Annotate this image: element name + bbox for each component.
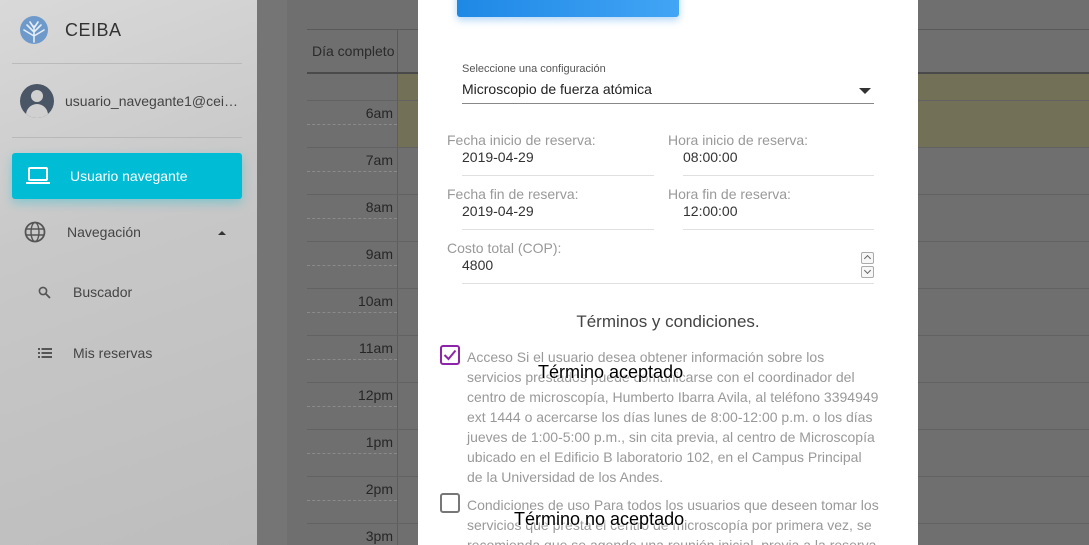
half-hour-line <box>307 406 397 407</box>
half-hour-line <box>307 312 397 313</box>
divider <box>683 229 874 230</box>
nav-item-usuario-navegante[interactable]: Usuario navegante <box>12 153 242 199</box>
term-1-status-label: Término aceptado <box>538 362 684 382</box>
list-icon <box>38 348 52 358</box>
divider <box>12 137 242 138</box>
hour-label: 1pm <box>365 434 393 450</box>
fecha-fin-field[interactable]: 2019-04-29 <box>462 203 534 219</box>
divider <box>683 175 874 176</box>
hour-label: 11am <box>359 340 393 356</box>
half-hour-line <box>307 359 397 360</box>
divider <box>397 74 398 545</box>
config-select[interactable]: Microscopio de fuerza atómica <box>462 81 652 97</box>
term-2-checkbox[interactable] <box>440 493 460 513</box>
reservation-modal: Seleccione una configuración Microscopio… <box>418 0 918 545</box>
sidebar: CEIBA usuario_navegante1@ceiba.com Usuar… <box>0 0 257 545</box>
hour-label: 9am <box>365 246 393 262</box>
terms-title: Términos y condiciones. <box>576 312 760 331</box>
user-name: usuario_navegante1@ceiba.com <box>65 93 245 109</box>
half-hour-line <box>307 453 397 454</box>
decrement-icon[interactable] <box>861 266 874 278</box>
divider <box>12 63 242 64</box>
hour-label: 6am <box>365 105 393 121</box>
all-day-label: Día completo <box>312 43 395 59</box>
half-hour-line <box>307 500 397 501</box>
nav-label: Usuario navegante <box>70 168 188 184</box>
half-hour-line <box>307 265 397 266</box>
brand[interactable]: CEIBA <box>18 14 122 46</box>
term-2-status-label: Término no aceptado <box>514 509 685 529</box>
primary-button[interactable] <box>457 0 679 17</box>
nav-item-mis-reservas[interactable]: Mis reservas <box>38 345 152 361</box>
half-hour-line <box>307 124 397 125</box>
hour-label: 2pm <box>365 481 393 497</box>
costo-label: Costo total (COP): <box>447 240 562 256</box>
hour-label: 7am <box>365 152 393 168</box>
term-1-checkbox[interactable] <box>440 345 460 365</box>
user-profile[interactable]: usuario_navegante1@ceiba.com <box>20 84 245 118</box>
nav-label: Buscador <box>73 284 133 300</box>
costo-field[interactable]: 4800 <box>462 257 493 273</box>
caret-up-icon[interactable] <box>218 231 226 235</box>
avatar-icon <box>20 84 54 118</box>
hour-label: 3pm <box>365 528 393 544</box>
check-icon <box>443 349 457 361</box>
hora-fin-label: Hora fin de reserva: <box>668 186 791 202</box>
tree-logo-icon <box>20 16 48 44</box>
fecha-inicio-field[interactable]: 2019-04-29 <box>462 149 534 165</box>
brand-name: CEIBA <box>65 19 122 40</box>
divider <box>397 29 398 73</box>
divider <box>462 283 874 284</box>
divider <box>462 103 874 104</box>
nav-label: Navegación <box>67 224 141 240</box>
hora-inicio-label: Hora inicio de reserva: <box>668 132 809 148</box>
nav-item-buscador[interactable]: Buscador <box>38 284 132 300</box>
number-spinner[interactable] <box>861 252 874 278</box>
fecha-inicio-label: Fecha inicio de reserva: <box>447 132 596 148</box>
hora-fin-field[interactable]: 12:00:00 <box>683 203 738 219</box>
half-hour-line <box>307 218 397 219</box>
hour-label: 12pm <box>357 387 393 403</box>
search-icon <box>38 286 51 299</box>
nav-item-navegacion[interactable]: Navegación <box>24 221 141 243</box>
half-hour-line <box>307 171 397 172</box>
laptop-icon <box>26 167 50 184</box>
divider <box>462 175 654 176</box>
config-select-label: Seleccione una configuración <box>462 63 606 75</box>
hour-label: 8am <box>365 199 393 215</box>
nav-label: Mis reservas <box>73 345 153 361</box>
divider <box>462 229 654 230</box>
dropdown-arrow-icon[interactable] <box>859 88 871 94</box>
hora-inicio-field[interactable]: 08:00:00 <box>683 149 738 165</box>
increment-icon[interactable] <box>861 252 874 264</box>
hour-label: 10am <box>357 293 393 309</box>
globe-icon <box>24 221 46 243</box>
fecha-fin-label: Fecha fin de reserva: <box>447 186 579 202</box>
